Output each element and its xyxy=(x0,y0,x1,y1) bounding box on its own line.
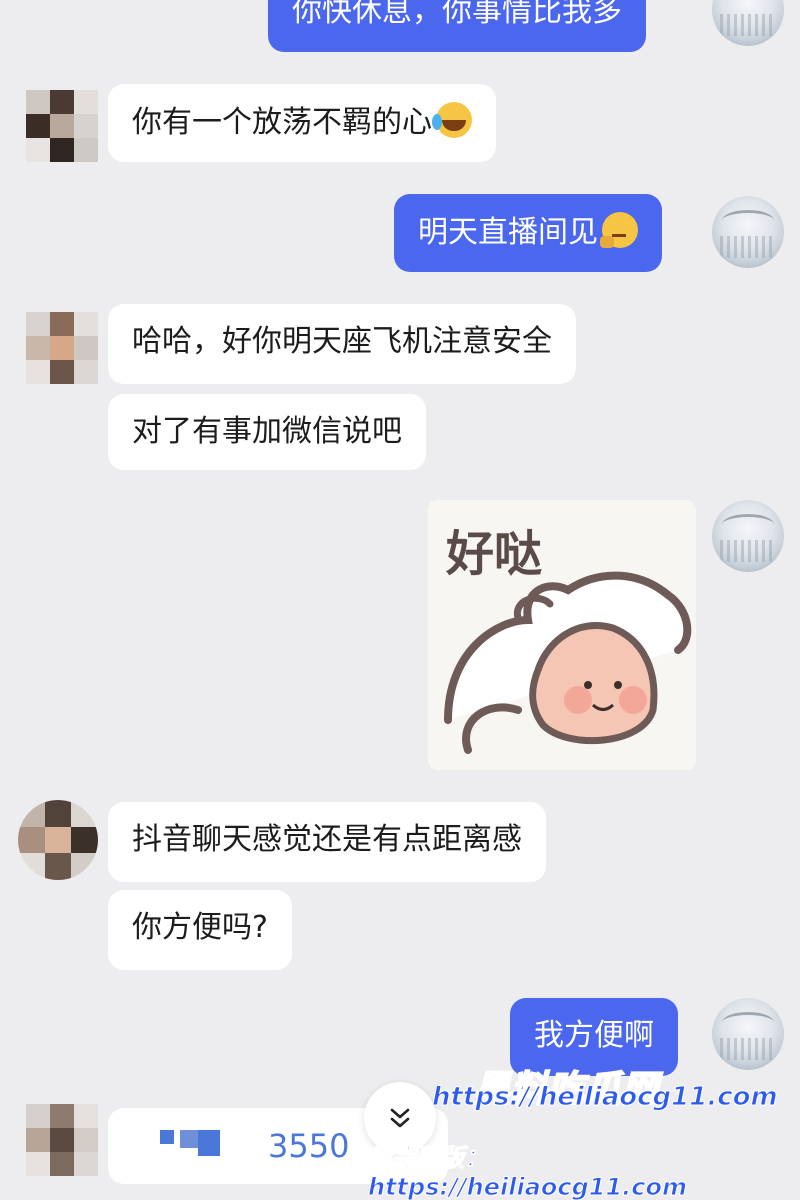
message-text: 我方便啊 xyxy=(534,1018,654,1053)
message-text: 你快休息，你事情比我多 xyxy=(292,0,622,29)
watermark-short-url: https://heiliaocg11.com xyxy=(368,1173,688,1200)
message-text: 哈哈，好你明天座飞机注意安全 xyxy=(132,324,552,359)
message-bubble-received[interactable]: 你有一个放荡不羁的心 xyxy=(108,84,496,162)
contact-avatar[interactable] xyxy=(26,1104,98,1176)
message-bubble-received[interactable]: 对了有事加微信说吧 xyxy=(108,394,426,470)
contact-avatar[interactable] xyxy=(26,90,98,162)
sticker-message[interactable]: 好哒 xyxy=(428,500,696,770)
contact-avatar[interactable] xyxy=(26,312,98,384)
thinking-face-icon xyxy=(600,212,638,248)
message-bubble-received[interactable]: 哈哈，好你明天座飞机注意安全 xyxy=(108,304,576,384)
message-text: 你有一个放荡不羁的心 xyxy=(132,105,432,140)
message-bubble-sent[interactable]: 你快休息，你事情比我多 xyxy=(268,0,646,52)
tears-of-joy-icon xyxy=(432,102,472,138)
chat-window: 你快休息，你事情比我多 你有一个放荡不羁的心 明天直播间见 哈哈，好你明天座飞机… xyxy=(0,0,800,1200)
redacted-block xyxy=(160,1130,174,1144)
message-bubble-received[interactable]: 你方便吗? xyxy=(108,890,292,970)
redacted-block xyxy=(180,1130,198,1148)
watermark-prefix: 看完整版： xyxy=(368,1144,489,1173)
message-text: 明天直播间见 xyxy=(418,215,598,250)
double-chevron-down-icon xyxy=(390,1108,410,1128)
redacted-block xyxy=(198,1130,220,1156)
contact-avatar[interactable] xyxy=(18,800,98,880)
self-avatar[interactable] xyxy=(712,0,784,46)
partial-message-text: 3550 xyxy=(268,1127,350,1165)
message-text: 你方便吗? xyxy=(132,910,268,945)
message-bubble-received[interactable]: 抖音聊天感觉还是有点距离感 xyxy=(108,802,546,882)
sticker-text: 好哒 xyxy=(445,526,542,582)
message-text: 对了有事加微信说吧 xyxy=(132,414,402,449)
sticker-image: 好哒 xyxy=(428,500,696,770)
self-avatar[interactable] xyxy=(712,998,784,1070)
watermark-caption: 看完整版：https://heiliaocg11.com xyxy=(368,1138,800,1200)
message-text: 抖音聊天感觉还是有点距离感 xyxy=(132,822,522,857)
self-avatar[interactable] xyxy=(712,500,784,572)
message-bubble-sent[interactable]: 明天直播间见 xyxy=(394,194,662,272)
watermark-url: https://heiliaocg11.com xyxy=(432,1082,779,1113)
self-avatar[interactable] xyxy=(712,196,784,268)
